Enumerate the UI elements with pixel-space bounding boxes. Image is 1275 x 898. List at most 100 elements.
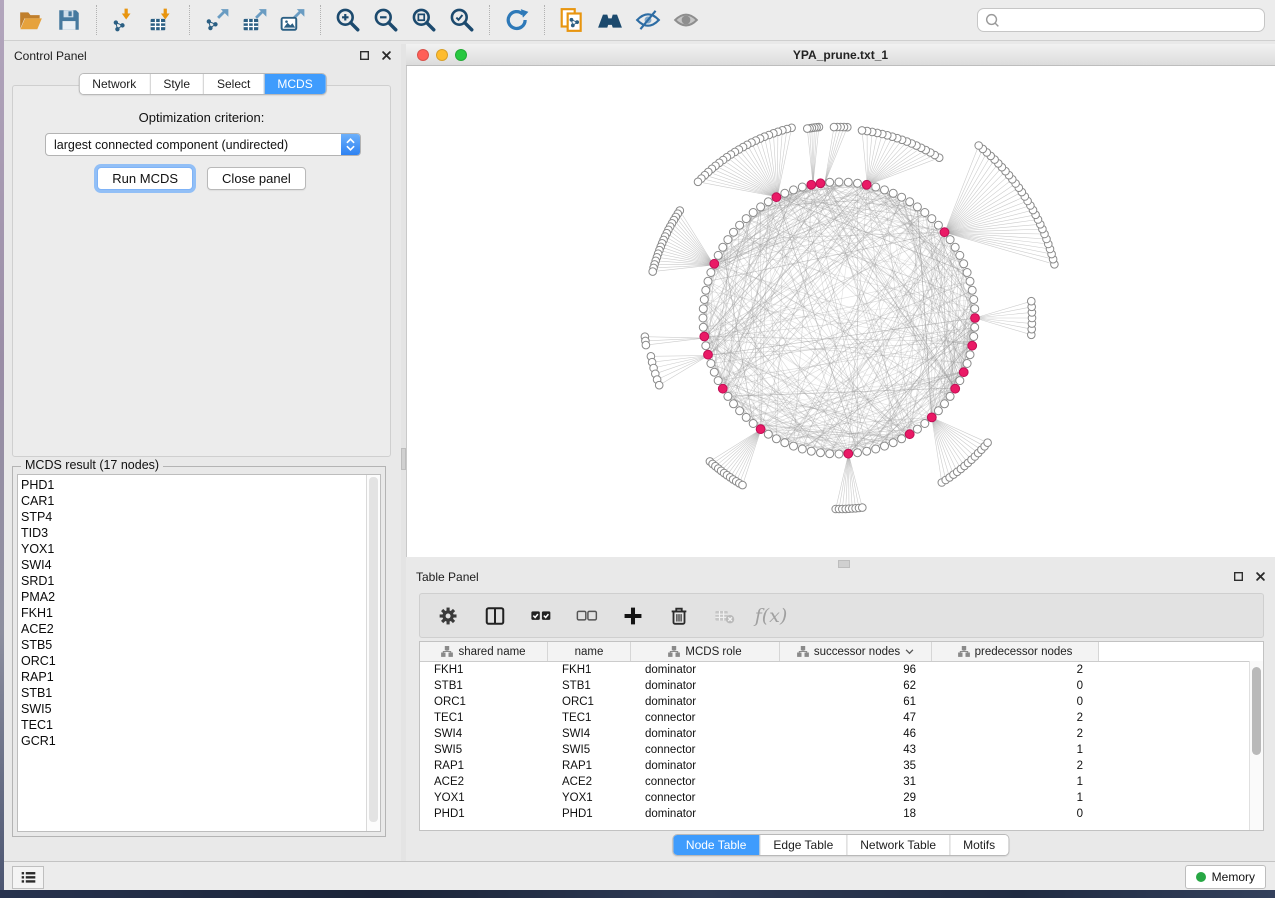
tab-select[interactable]: Select: [203, 74, 263, 94]
toggle-columns-button[interactable]: [482, 603, 508, 629]
mcds-result-node[interactable]: SWI4: [21, 557, 367, 573]
mcds-result-node[interactable]: STP4: [21, 509, 367, 525]
mcds-result-node[interactable]: YOX1: [21, 541, 367, 557]
tab-network[interactable]: Network: [79, 74, 149, 94]
table-toolbar: f(x): [419, 593, 1264, 638]
close-panel-icon[interactable]: [1254, 570, 1267, 583]
mcds-result-node[interactable]: FKH1: [21, 605, 367, 621]
apply-preferred-layout-button[interactable]: [502, 5, 532, 35]
network-canvas[interactable]: [406, 66, 1275, 557]
zoom-out-button[interactable]: [371, 5, 401, 35]
table-settings-button[interactable]: [436, 603, 462, 629]
table-row[interactable]: SWI5SWI5connector431: [420, 742, 1263, 758]
delete-columns-button[interactable]: [666, 603, 692, 629]
zoom-in-button[interactable]: [333, 5, 363, 35]
chevron-up-icon: [346, 138, 355, 144]
control-panel-tabs: NetworkStyleSelectMCDS: [78, 73, 326, 95]
first-neighbors-button[interactable]: [595, 5, 625, 35]
open-session-button[interactable]: [16, 5, 46, 35]
tab-style[interactable]: Style: [149, 74, 203, 94]
combo-stepper[interactable]: [341, 134, 360, 155]
mcds-result-list[interactable]: PHD1CAR1STP4TID3YOX1SWI4SRD1PMA2FKH1ACE2…: [17, 474, 381, 832]
table-cell: 0: [932, 808, 1099, 820]
mcds-result-node[interactable]: PMA2: [21, 589, 367, 605]
toggle-columns-icon: [484, 605, 506, 627]
tab-node-table[interactable]: Node Table: [673, 835, 760, 855]
add-column-button[interactable]: [620, 603, 646, 629]
column-header-shared-name[interactable]: shared name: [420, 642, 548, 661]
select-all-rows-button[interactable]: [528, 603, 554, 629]
zoom-selected-region-button[interactable]: [447, 5, 477, 35]
table-row[interactable]: STB1STB1dominator620: [420, 678, 1263, 694]
mcds-result-node[interactable]: PHD1: [21, 477, 367, 493]
mcds-result-node[interactable]: TEC1: [21, 717, 367, 733]
close-panel-button[interactable]: Close panel: [207, 167, 306, 190]
table-cell: 2: [932, 728, 1099, 740]
column-header-MCDS-role[interactable]: MCDS role: [631, 642, 780, 661]
table-row[interactable]: FKH1FKH1dominator962: [420, 662, 1263, 678]
column-header-name[interactable]: name: [548, 642, 631, 661]
close-panel-icon[interactable]: [380, 49, 393, 62]
mcds-result-node[interactable]: TID3: [21, 525, 367, 541]
network-graph[interactable]: [407, 66, 1275, 557]
network-view-titlebar[interactable]: YPA_prune.txt_1: [406, 44, 1275, 66]
save-session-button[interactable]: [54, 5, 84, 35]
mcds-result-node[interactable]: ACE2: [21, 621, 367, 637]
float-window-icon[interactable]: [1232, 570, 1245, 583]
export-image-button[interactable]: [278, 5, 308, 35]
status-bar: Memory: [4, 861, 1275, 890]
task-history-button[interactable]: [12, 866, 44, 889]
mcds-result-node[interactable]: RAP1: [21, 669, 367, 685]
show-all-button[interactable]: [671, 5, 701, 35]
table-row[interactable]: TEC1TEC1connector472: [420, 710, 1263, 726]
deselect-all-rows-button[interactable]: [574, 603, 600, 629]
table-row[interactable]: SWI4SWI4dominator462: [420, 726, 1263, 742]
zoom-in-icon: [335, 7, 361, 33]
search-box[interactable]: [977, 8, 1265, 32]
export-network-button[interactable]: [202, 5, 232, 35]
table-row[interactable]: ORC1ORC1dominator610: [420, 694, 1263, 710]
table-cell: 1: [932, 744, 1099, 756]
mcds-list-scrollbar[interactable]: [366, 475, 380, 831]
mcds-result-node[interactable]: CAR1: [21, 493, 367, 509]
table-cell: PHD1: [420, 808, 548, 820]
tab-network-table[interactable]: Network Table: [846, 835, 949, 855]
mcds-list-scrollbar-thumb[interactable]: [369, 477, 378, 822]
table-cell: 96: [780, 664, 932, 676]
optimization-criterion-label: Optimization criterion:: [13, 110, 390, 125]
mcds-tab-content: Optimization criterion: largest connecte…: [12, 85, 391, 457]
column-header-successor-nodes[interactable]: successor nodes: [780, 642, 932, 661]
mcds-result-node[interactable]: ORC1: [21, 653, 367, 669]
search-input[interactable]: [1001, 12, 1264, 28]
table-cell: TEC1: [420, 712, 548, 724]
mcds-result-node[interactable]: SWI5: [21, 701, 367, 717]
tab-edge-table[interactable]: Edge Table: [759, 835, 846, 855]
memory-button[interactable]: Memory: [1185, 865, 1266, 889]
control-panel: Control Panel NetworkStyleSelectMCDS Opt…: [4, 44, 401, 861]
hide-selected-button[interactable]: [633, 5, 663, 35]
table-row[interactable]: PHD1PHD1dominator180: [420, 806, 1263, 822]
optimization-criterion-select[interactable]: largest connected component (undirected): [45, 133, 361, 156]
column-header-predecessor-nodes[interactable]: predecessor nodes: [932, 642, 1099, 661]
add-column-icon: [622, 605, 644, 627]
run-mcds-button[interactable]: Run MCDS: [97, 167, 193, 190]
tab-motifs[interactable]: Motifs: [949, 835, 1008, 855]
table-row[interactable]: YOX1YOX1connector291: [420, 790, 1263, 806]
mcds-result-node[interactable]: STB5: [21, 637, 367, 653]
zoom-fit-content-button[interactable]: [409, 5, 439, 35]
mcds-result-node[interactable]: STB1: [21, 685, 367, 701]
export-table-button[interactable]: [240, 5, 270, 35]
import-table-from-file-button[interactable]: [147, 5, 177, 35]
float-window-icon[interactable]: [358, 49, 371, 62]
node-table[interactable]: shared namenameMCDS rolesuccessor nodesp…: [419, 641, 1264, 831]
import-network-from-file-button[interactable]: [109, 5, 139, 35]
table-row[interactable]: ACE2ACE2connector311: [420, 774, 1263, 790]
table-cell: ORC1: [420, 696, 548, 708]
mcds-result-node[interactable]: GCR1: [21, 733, 367, 749]
mcds-result-node[interactable]: SRD1: [21, 573, 367, 589]
table-row[interactable]: RAP1RAP1dominator352: [420, 758, 1263, 774]
table-scrollbar-thumb[interactable]: [1252, 667, 1261, 755]
table-scrollbar[interactable]: [1249, 661, 1263, 830]
tab-mcds[interactable]: MCDS: [263, 74, 325, 94]
clone-network-button[interactable]: [557, 5, 587, 35]
